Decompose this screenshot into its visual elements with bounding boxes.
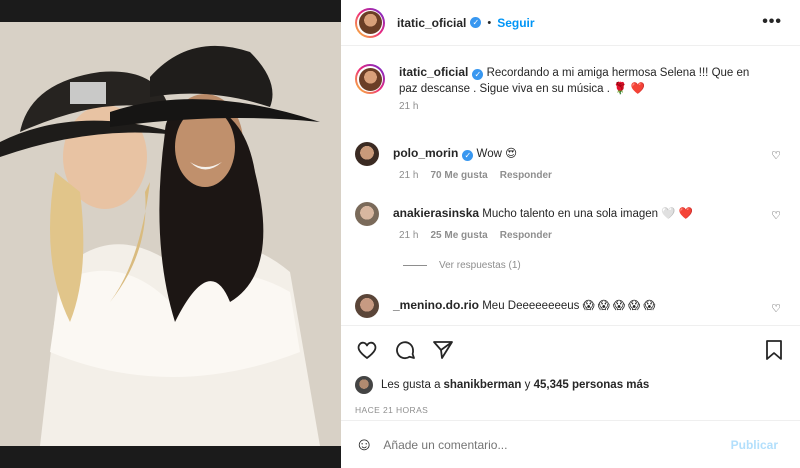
post-header: itatic_oficial ✓ • Seguir ••• — [341, 0, 800, 46]
author-username[interactable]: itatic_oficial — [397, 16, 466, 30]
commenter-username[interactable]: polo_morin — [393, 146, 458, 160]
comment-icon[interactable] — [393, 338, 417, 362]
add-comment-bar: ☺ Publicar — [341, 420, 800, 468]
follow-button[interactable]: Seguir — [497, 16, 534, 30]
comment-item: polo_morin ✓ Wow 😍 21 h 70 Me gusta Respo… — [355, 142, 781, 181]
liker-username[interactable]: shanikberman — [443, 379, 521, 391]
liker-avatar[interactable] — [355, 376, 373, 394]
separator-dot: • — [487, 16, 492, 29]
commenter-avatar[interactable] — [355, 142, 379, 166]
commenter-avatar[interactable] — [355, 202, 379, 226]
post-photo[interactable] — [0, 22, 341, 446]
caption-time[interactable]: 21 h — [399, 101, 418, 112]
view-replies-label: Ver respuestas (1) — [439, 260, 521, 271]
more-options-icon[interactable]: ••• — [762, 13, 782, 31]
like-heart-icon[interactable] — [355, 338, 379, 362]
post-detail-panel: itatic_oficial ✓ • Seguir ••• itatic_ofi… — [341, 0, 800, 468]
post-actions — [355, 338, 786, 362]
caption-author-avatar[interactable] — [355, 64, 385, 94]
comments-section[interactable]: itatic_oficial ✓ Recordando a mi amiga he… — [341, 46, 800, 326]
comment-text: Mucho talento en una sola imagen 🤍 ❤️ — [482, 208, 694, 220]
comment-text: Meu Deeeeeeeeus 😱 😱 😱 😱 😱 — [482, 300, 656, 312]
comment-like-count[interactable]: 25 Me gusta — [430, 230, 487, 241]
caption-author[interactable]: itatic_oficial — [399, 65, 468, 79]
comment-like-count[interactable]: 70 Me gusta — [430, 170, 487, 181]
reply-button[interactable]: Responder — [500, 170, 552, 181]
emoji-smile-icon[interactable]: ☺ — [355, 434, 373, 455]
replies-line — [403, 265, 427, 266]
likes-summary: Les gusta a shanikberman y 45,345 person… — [355, 376, 649, 394]
comment-like-heart-icon[interactable]: ♡ — [771, 302, 781, 315]
likes-middle: y — [521, 379, 534, 391]
likes-count[interactable]: 45,345 personas más — [534, 379, 650, 391]
comment-like-heart-icon[interactable]: ♡ — [771, 209, 781, 222]
share-icon[interactable] — [431, 338, 455, 362]
view-replies-button[interactable]: Ver respuestas (1) — [403, 260, 521, 271]
likes-prefix: Les gusta a — [381, 379, 441, 391]
commenter-username[interactable]: anakierasinska — [393, 206, 479, 220]
comment-time[interactable]: 21 h — [399, 170, 418, 181]
comment-text: Wow 😍 — [476, 148, 518, 160]
comment-input[interactable] — [383, 437, 714, 452]
caption: itatic_oficial ✓ Recordando a mi amiga he… — [355, 64, 775, 112]
comment-time[interactable]: 21 h — [399, 230, 418, 241]
comment-like-heart-icon[interactable]: ♡ — [771, 149, 781, 162]
verified-badge-icon: ✓ — [462, 150, 474, 161]
save-bookmark-icon[interactable] — [762, 338, 786, 362]
reply-button[interactable]: Responder — [500, 230, 552, 241]
verified-badge-icon: ✓ — [472, 69, 484, 80]
post-timestamp[interactable]: HACE 21 HORAS — [355, 405, 428, 415]
author-avatar[interactable] — [355, 7, 385, 38]
post-photo-illustration — [0, 22, 341, 446]
publish-button[interactable]: Publicar — [731, 438, 778, 452]
commenter-username[interactable]: _menino.do.rio — [393, 298, 479, 312]
comment-item: _menino.do.rio Meu Deeeeeeeeus 😱 😱 😱 😱 😱… — [355, 294, 781, 318]
commenter-avatar[interactable] — [355, 294, 379, 318]
comment-item: anakierasinska Mucho talento en una sola… — [355, 202, 781, 241]
verified-badge-icon: ✓ — [470, 17, 482, 28]
